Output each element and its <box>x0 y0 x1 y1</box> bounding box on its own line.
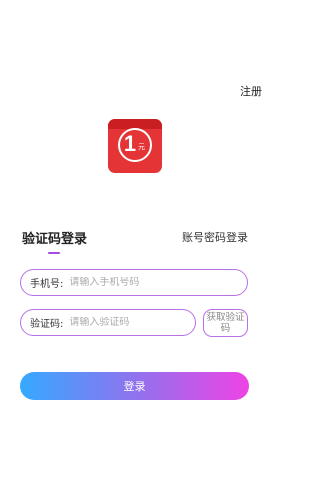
code-input[interactable] <box>69 317 195 328</box>
logo-unit: 元 <box>138 143 145 151</box>
phone-field[interactable]: 手机号: <box>20 269 248 296</box>
get-code-button[interactable]: 获取验证码 <box>203 309 248 337</box>
register-link[interactable]: 注册 <box>240 83 262 99</box>
tab-password-login[interactable]: 账号密码登录 <box>182 229 248 245</box>
phone-label: 手机号: <box>30 279 64 290</box>
logo-number: 1 <box>123 131 137 156</box>
active-tab-indicator <box>48 252 60 254</box>
logo-coin-icon: 1 元 <box>118 128 152 162</box>
app-logo: 1 元 <box>108 119 162 173</box>
login-button[interactable]: 登录 <box>20 372 249 400</box>
tab-code-login[interactable]: 验证码登录 <box>22 228 87 247</box>
code-field[interactable]: 验证码: <box>20 309 196 336</box>
code-label: 验证码: <box>30 319 64 330</box>
phone-input[interactable] <box>69 277 220 288</box>
